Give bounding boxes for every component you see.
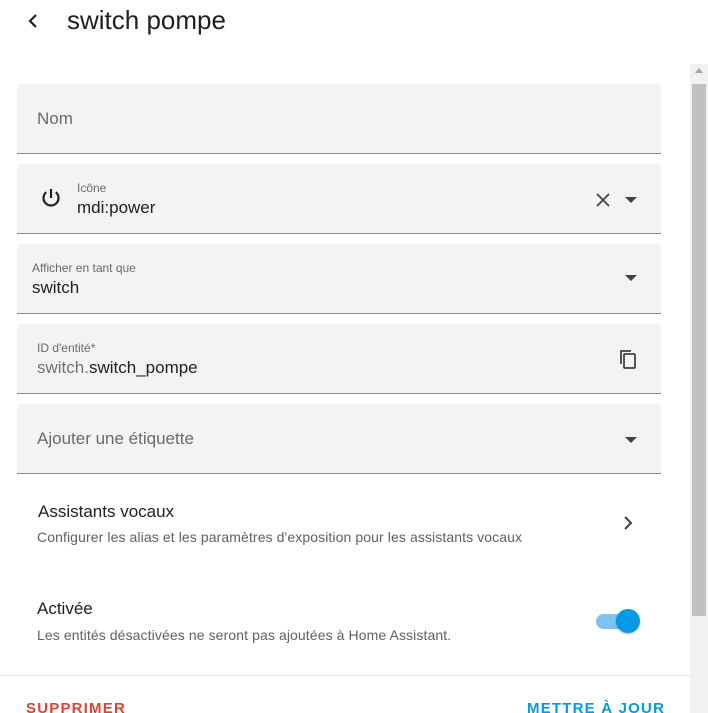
delete-button[interactable]: SUPPRIMER <box>26 700 126 713</box>
chevron-left-icon <box>28 14 37 28</box>
scrollbar-thumb[interactable] <box>692 84 706 616</box>
display-as-select[interactable]: Afficher en tant que switch <box>17 244 661 314</box>
menu-down-icon[interactable] <box>619 266 643 290</box>
entity-id-prefix: switch. <box>37 358 89 377</box>
menu-down-icon[interactable] <box>619 428 643 452</box>
entity-id-field[interactable]: ID d'entité* switch.switch_pompe <box>17 324 661 394</box>
close-icon[interactable] <box>591 188 615 212</box>
labels-placeholder: Ajouter une étiquette <box>37 429 194 448</box>
entity-id-label: ID d'entité* <box>37 341 96 355</box>
menu-down-icon[interactable] <box>619 188 643 212</box>
power-icon <box>37 184 65 212</box>
labels-select[interactable]: Ajouter une étiquette <box>17 404 661 474</box>
scroll-up-arrow[interactable] <box>695 68 703 73</box>
back-button[interactable] <box>18 6 48 36</box>
display-as-label: Afficher en tant que <box>32 261 136 275</box>
page-title: switch pompe <box>67 5 226 35</box>
update-button[interactable]: METTRE À JOUR <box>527 700 665 713</box>
entity-id-value: switch.switch_pompe <box>37 358 198 378</box>
voice-assistants-title: Assistants vocaux <box>38 502 175 521</box>
voice-assistants-row[interactable]: Assistants vocaux Configurer les alias e… <box>17 490 661 554</box>
enabled-toggle[interactable] <box>596 607 642 635</box>
toggle-thumb <box>616 609 640 633</box>
icon-field-label: Icône <box>77 181 107 195</box>
copy-icon[interactable] <box>615 346 641 372</box>
name-placeholder: Nom <box>37 109 73 128</box>
icon-picker-field[interactable]: Icône mdi:power <box>17 164 661 234</box>
footer-divider <box>0 675 690 676</box>
name-field[interactable]: Nom <box>17 84 661 154</box>
display-as-value: switch <box>32 278 80 297</box>
voice-assistants-description: Configurer les alias et les paramètres d… <box>37 529 523 545</box>
icon-field-value: mdi:power <box>77 198 156 217</box>
enabled-title: Activée <box>37 599 93 618</box>
chevron-right-icon <box>617 512 639 534</box>
dialog-header: switch pompe <box>0 0 708 48</box>
entity-id-object: switch_pompe <box>88 358 198 377</box>
scrollbar[interactable] <box>690 64 708 713</box>
enabled-description: Les entités désactivées ne seront pas aj… <box>37 627 452 643</box>
